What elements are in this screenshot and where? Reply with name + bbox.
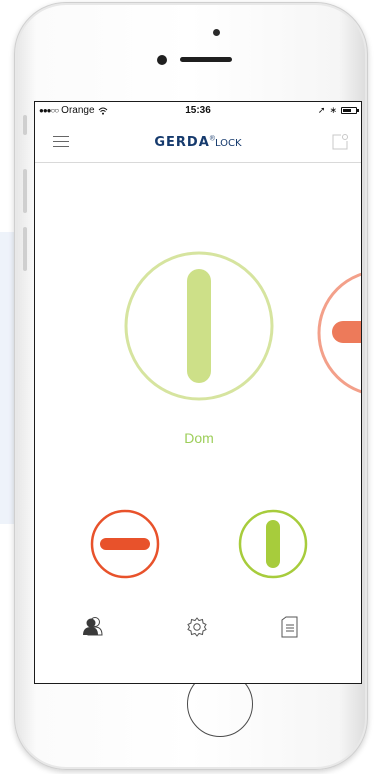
status-right: ➚ ∗ [317, 105, 359, 116]
share-icon[interactable] [331, 133, 349, 151]
logo-brand: GERDA [154, 135, 210, 150]
lock-label: Dom [184, 430, 214, 446]
location-icon: ➚ [317, 105, 326, 115]
front-camera [157, 55, 167, 65]
mute-switch [23, 115, 27, 135]
volume-down-button [23, 227, 27, 271]
lock-dom-button[interactable] [123, 250, 275, 402]
settings-icon[interactable] [186, 616, 208, 638]
battery-icon [341, 107, 359, 114]
lock-secondary-button[interactable] [316, 268, 362, 398]
status-time: 15:36 [185, 105, 211, 116]
document-icon[interactable] [281, 616, 299, 638]
earpiece-speaker [180, 57, 232, 62]
users-icon[interactable] [82, 616, 104, 636]
app-screen: ●●●○○ Orange 15:36 ➚ ∗ GERDA®LOCK Dom [34, 101, 362, 684]
quick-lock-locked-button[interactable] [89, 508, 161, 580]
bluetooth-icon: ∗ [329, 105, 337, 115]
app-logo: GERDA®LOCK [35, 134, 361, 150]
volume-up-button [23, 169, 27, 213]
sensor-dot [213, 29, 220, 36]
status-bar: ●●●○○ Orange 15:36 ➚ ∗ [35, 102, 361, 120]
quick-lock-unlocked-button[interactable] [237, 508, 309, 580]
nav-bar: GERDA®LOCK [35, 120, 361, 163]
logo-suffix: LOCK [214, 138, 242, 149]
